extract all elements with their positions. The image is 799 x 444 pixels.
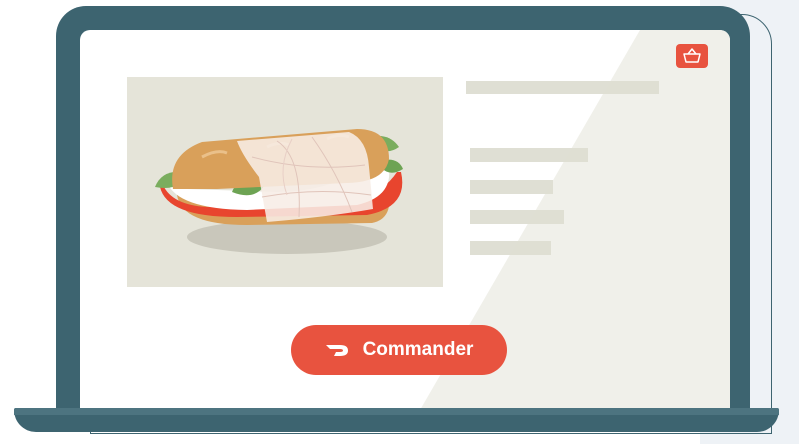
laptop-base-top-edge	[14, 408, 779, 415]
text-placeholder-2	[470, 180, 553, 194]
text-placeholder-3	[470, 210, 564, 224]
cart-button[interactable]	[676, 44, 708, 68]
title-placeholder	[466, 81, 659, 94]
text-placeholder-4	[470, 241, 551, 255]
text-placeholder-1	[470, 148, 588, 162]
order-button-label: Commander	[362, 339, 474, 360]
laptop-screen: Commander	[80, 30, 730, 410]
order-button[interactable]: Commander	[291, 325, 507, 375]
sandwich-illustration	[155, 129, 403, 254]
product-image	[127, 77, 443, 287]
shopping-basket-icon	[683, 48, 701, 63]
dash-logo-icon	[325, 345, 348, 356]
